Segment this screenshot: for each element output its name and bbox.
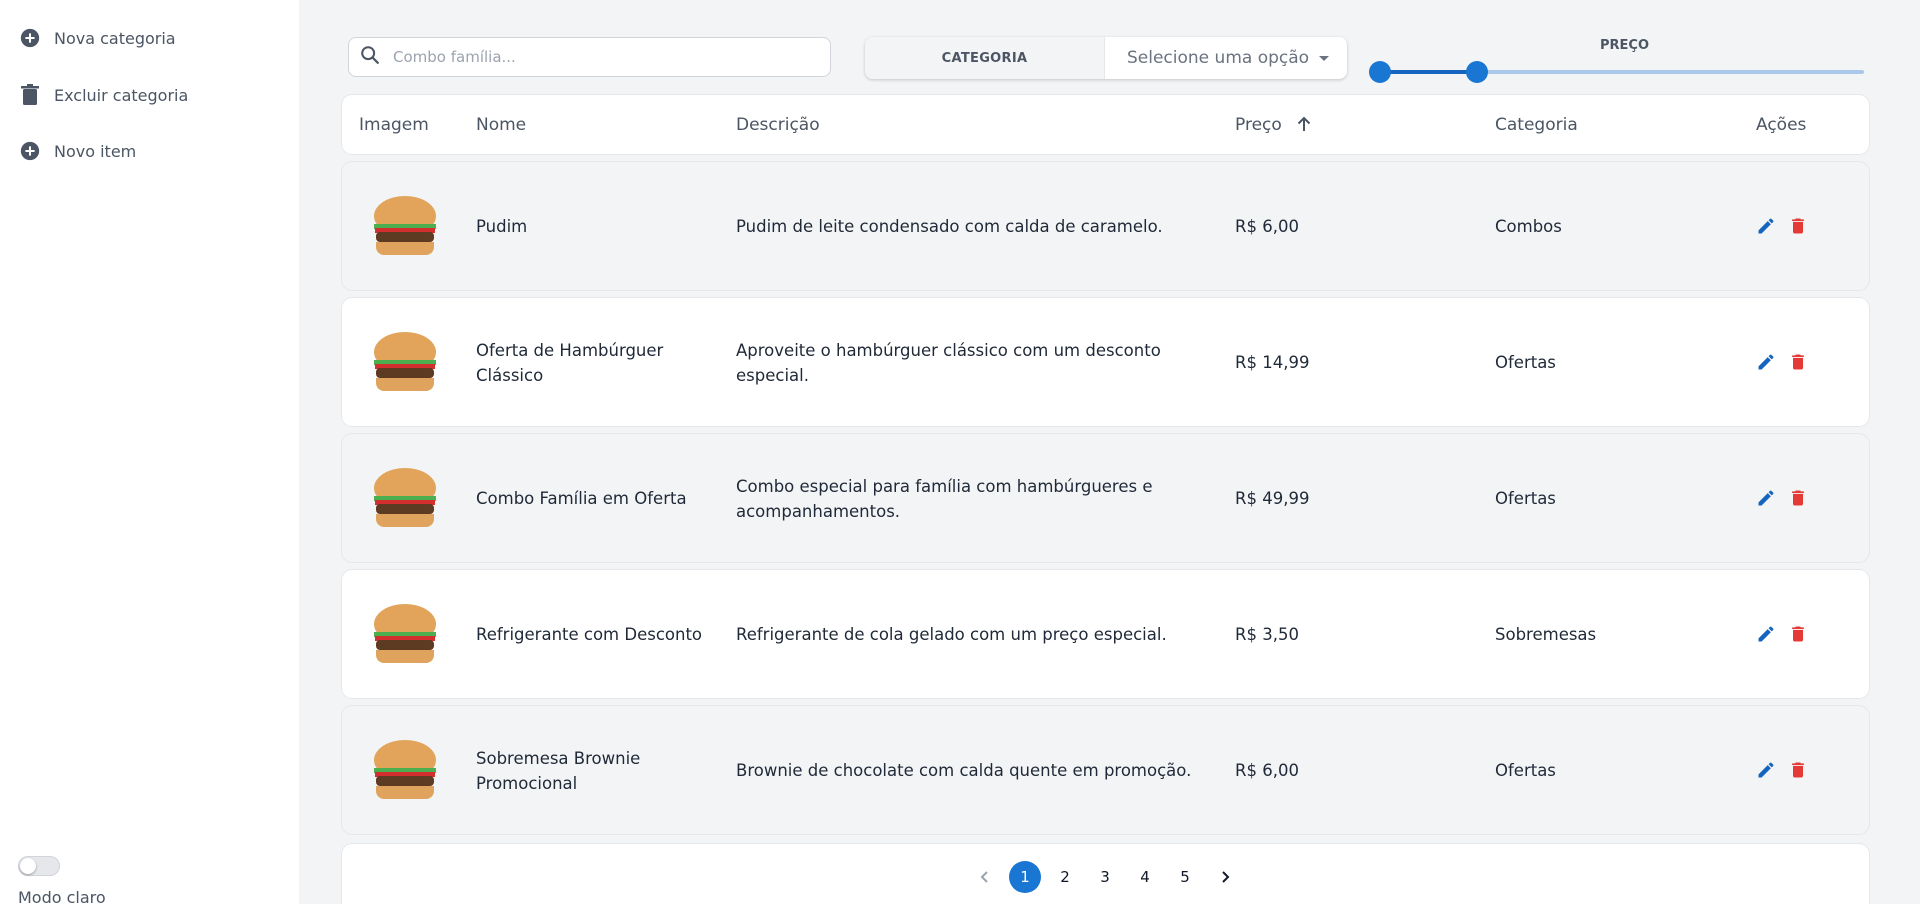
item-price: R$ 6,00 [1235, 761, 1299, 780]
page-button-4[interactable]: 4 [1129, 861, 1161, 893]
search-icon [359, 44, 381, 70]
toggle-knob [20, 858, 36, 874]
theme-toggle[interactable] [18, 856, 60, 876]
search-box [348, 37, 831, 77]
pagination: 1 2 3 4 5 [342, 844, 1869, 904]
category-filter: CATEGORIA Selecione uma opção [865, 37, 1347, 79]
item-category: Ofertas [1495, 761, 1556, 780]
price-slider-range [1380, 70, 1477, 74]
burger-image [374, 740, 436, 799]
item-category: Ofertas [1495, 489, 1556, 508]
burger-image [374, 468, 436, 527]
chevron-right-icon[interactable] [1209, 861, 1241, 893]
item-name: Combo Família em Oferta [476, 489, 687, 508]
add-circle-icon [18, 139, 42, 163]
edit-icon[interactable] [1756, 624, 1776, 644]
delete-icon[interactable] [1788, 216, 1808, 236]
item-price: R$ 49,99 [1235, 489, 1310, 508]
burger-image [374, 332, 436, 391]
table-row: Sobremesa Brownie Promocional Brownie de… [342, 706, 1869, 834]
column-header-preco[interactable]: Preço [1235, 115, 1282, 135]
item-name: Oferta de Hambúrguer Clássico [476, 341, 664, 385]
table-row: Oferta de Hambúrguer Clássico Aproveite … [342, 298, 1869, 426]
table-row: Combo Família em Oferta Combo especial p… [342, 434, 1869, 562]
category-select[interactable]: Selecione uma opção [1105, 37, 1347, 79]
edit-icon[interactable] [1756, 488, 1776, 508]
item-name: Sobremesa Brownie Promocional [476, 749, 641, 793]
price-slider-max-thumb[interactable] [1466, 61, 1488, 83]
chevron-left-icon[interactable] [969, 861, 1001, 893]
delete-icon[interactable] [1788, 624, 1808, 644]
item-price: R$ 6,00 [1235, 217, 1299, 236]
theme-mode-label: Modo claro [18, 888, 106, 904]
item-price: R$ 3,50 [1235, 625, 1299, 644]
category-select-value: Selecione uma opção [1127, 48, 1310, 68]
edit-icon[interactable] [1756, 760, 1776, 780]
delete-icon[interactable] [1788, 760, 1808, 780]
price-filter-label: PREÇO [1600, 38, 1650, 53]
page-button-5[interactable]: 5 [1169, 861, 1201, 893]
sidebar: Nova categoria Excluir categoria Novo it… [0, 0, 299, 904]
caret-down-icon [1319, 55, 1329, 61]
category-filter-label: CATEGORIA [865, 37, 1105, 79]
item-description: Pudim de leite condensado com calda de c… [736, 217, 1163, 236]
column-header-nome[interactable]: Nome [476, 115, 526, 135]
sidebar-item-label: Nova categoria [54, 28, 176, 48]
page-button-2[interactable]: 2 [1049, 861, 1081, 893]
edit-icon[interactable] [1756, 216, 1776, 236]
item-description: Brownie de chocolate com calda quente em… [736, 761, 1192, 780]
edit-icon[interactable] [1756, 352, 1776, 372]
column-header-imagem: Imagem [359, 115, 429, 135]
item-category: Combos [1495, 217, 1562, 236]
item-category: Sobremesas [1495, 625, 1597, 644]
add-circle-icon [18, 26, 42, 50]
column-header-categoria[interactable]: Categoria [1495, 115, 1578, 135]
column-header-descricao[interactable]: Descrição [736, 115, 820, 135]
sidebar-item-label: Excluir categoria [54, 85, 189, 105]
item-price: R$ 14,99 [1235, 353, 1310, 372]
search-input[interactable] [393, 48, 813, 66]
item-description: Aproveite o hambúrguer clássico com um d… [736, 341, 1161, 385]
item-description: Refrigerante de cola gelado com um preço… [736, 625, 1167, 644]
sidebar-item-novo-item[interactable]: Novo item [18, 136, 136, 166]
arrow-up-icon[interactable] [1294, 114, 1314, 138]
page-button-3[interactable]: 3 [1089, 861, 1121, 893]
table-row: Pudim Pudim de leite condensado com cald… [342, 162, 1869, 290]
item-name: Pudim [476, 217, 528, 236]
sidebar-item-excluir-categoria[interactable]: Excluir categoria [18, 80, 188, 110]
page-button-1[interactable]: 1 [1009, 861, 1041, 893]
delete-icon[interactable] [1788, 352, 1808, 372]
column-header-acoes: Ações [1756, 115, 1807, 135]
item-name: Refrigerante com Desconto [476, 625, 703, 644]
item-description: Combo especial para família com hambúrgu… [736, 477, 1153, 521]
table-header: Imagem Nome Descrição Preço Categoria Aç… [342, 95, 1869, 154]
sidebar-item-nova-categoria[interactable]: Nova categoria [18, 23, 176, 53]
burger-image [374, 196, 436, 255]
sidebar-item-label: Novo item [54, 141, 137, 161]
burger-image [374, 604, 436, 663]
price-slider-min-thumb[interactable] [1369, 61, 1391, 83]
trash-icon [18, 83, 42, 107]
table-row: Refrigerante com Desconto Refrigerante d… [342, 570, 1869, 698]
delete-icon[interactable] [1788, 488, 1808, 508]
item-category: Ofertas [1495, 353, 1556, 372]
